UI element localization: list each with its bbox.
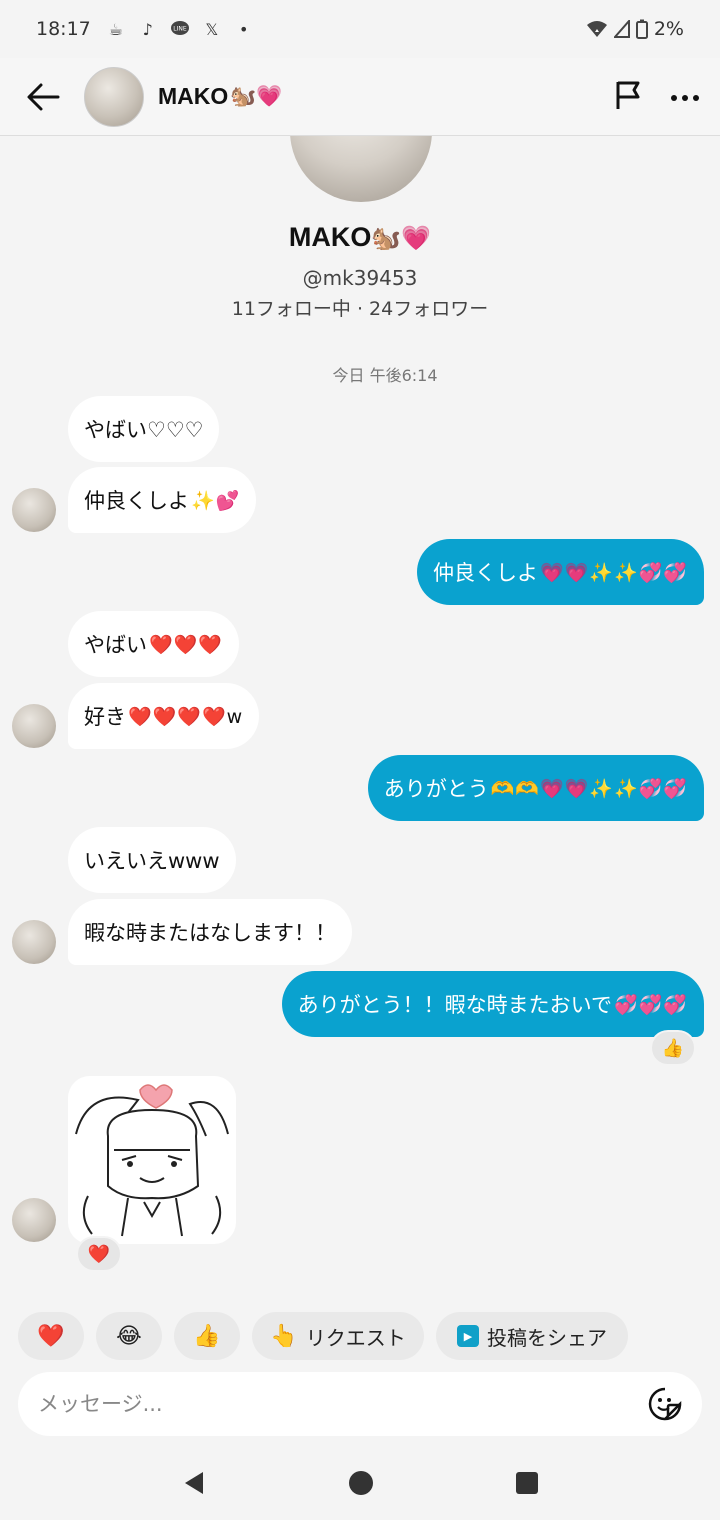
sender-avatar[interactable] <box>12 704 56 748</box>
svg-text:LINE: LINE <box>173 26 187 33</box>
message-text: やばい <box>84 633 147 657</box>
message-outgoing[interactable]: ありがとう 🫶🫶💗💗✨✨💞💞 <box>367 755 704 821</box>
message-emoji: ❤️❤️❤️ <box>149 633 223 656</box>
pointing-hand-icon: 👆 <box>270 1323 298 1349</box>
report-button[interactable] <box>612 79 644 115</box>
message-reaction[interactable]: 👍 <box>650 1030 696 1066</box>
message-text: やばい♡♡♡ <box>84 418 204 442</box>
quick-reply-request[interactable]: 👆 リクエスト <box>252 1312 424 1360</box>
sender-avatar[interactable] <box>12 920 56 964</box>
message-emoji: ❤️❤️❤️❤️w <box>128 705 244 728</box>
quick-reply-heart[interactable]: ❤️ <box>18 1312 84 1360</box>
sticker-button[interactable] <box>648 1387 682 1421</box>
profile-stats: 11フォロー中 · 24フォロワー <box>231 298 489 320</box>
heart-icon: ❤️ <box>37 1323 65 1349</box>
sticker-reaction[interactable]: ❤️ <box>76 1236 122 1272</box>
header-avatar[interactable] <box>84 66 144 127</box>
message-text: 仲良くしよ <box>433 561 539 585</box>
quick-reply-thumbs-up[interactable]: 👍 <box>174 1312 240 1360</box>
message-emoji: ✨💕 <box>191 489 241 512</box>
message-emoji: 💗💗✨✨💞💞 <box>540 561 688 584</box>
status-bar: 18:17 ☕ ♪ LINE 𝕏 • 2% <box>0 0 720 58</box>
status-right: 2% <box>586 18 684 40</box>
dot-icon: • <box>239 19 249 39</box>
sender-avatar[interactable] <box>12 1198 56 1242</box>
profile-name[interactable]: MAKO🐿️💗 <box>0 222 720 253</box>
message-text: ありがとう！！暇な時またおいで <box>297 993 613 1017</box>
message-text: ありがとう <box>383 777 489 801</box>
chat-header: MAKO 🐿️💗 <box>0 58 720 136</box>
message-emoji: 💞💞💞 <box>614 993 688 1016</box>
message-text: いえいえwww <box>84 849 220 873</box>
quick-reply-label: 投稿をシェア <box>487 1325 607 1350</box>
sticker-icon <box>648 1387 682 1421</box>
message-emoji: 🫶🫶💗💗✨✨💞💞 <box>490 777 688 800</box>
message-text: 仲良くしよ <box>84 489 189 513</box>
quick-reply-share-post[interactable]: ▶ 投稿をシェア <box>436 1312 628 1360</box>
sender-avatar[interactable] <box>12 488 56 532</box>
back-button[interactable] <box>20 74 66 120</box>
sticker-drawing <box>75 1084 229 1237</box>
message-incoming[interactable]: やばい ❤️❤️❤️ <box>68 611 239 677</box>
nav-recents-icon[interactable] <box>515 1471 539 1495</box>
arrow-left-icon <box>27 83 60 110</box>
header-name-text: MAKO <box>158 83 229 109</box>
status-time: 18:17 <box>36 18 91 40</box>
tiktok-icon: ♪ <box>142 19 153 39</box>
message-incoming[interactable]: やばい♡♡♡ <box>68 396 220 462</box>
message-outgoing[interactable]: 仲良くしよ 💗💗✨✨💞💞 <box>417 539 704 605</box>
profile-name-text: MAKO <box>288 222 372 252</box>
sticker-image[interactable] <box>68 1076 236 1244</box>
signal-icon <box>613 20 630 38</box>
more-icon <box>671 95 699 101</box>
more-button[interactable] <box>670 87 700 106</box>
quick-reply-laugh[interactable]: 😂 <box>96 1312 162 1360</box>
nav-home-icon[interactable] <box>347 1469 375 1497</box>
message-text: 好き <box>84 705 126 729</box>
message-input[interactable] <box>38 1392 648 1416</box>
thumbs-up-icon: 👍 <box>193 1323 221 1349</box>
profile-name-emoji: 🐿️💗 <box>371 225 432 252</box>
nav-back-icon[interactable] <box>181 1470 207 1496</box>
header-username[interactable]: MAKO 🐿️💗 <box>158 83 283 110</box>
system-nav-bar <box>0 1446 720 1520</box>
day-timestamp: 今日 午後6:14 <box>332 366 438 385</box>
wifi-icon <box>586 21 607 37</box>
quick-reply-label: リクエスト <box>305 1325 406 1350</box>
message-incoming[interactable]: 好き ❤️❤️❤️❤️w <box>68 683 260 749</box>
play-icon: ▶ <box>457 1325 479 1347</box>
header-name-emoji: 🐿️💗 <box>230 84 283 108</box>
message-incoming[interactable]: 仲良くしよ ✨💕 <box>68 467 257 533</box>
battery-icon <box>635 19 648 39</box>
profile-handle: @mk39453 <box>302 266 418 290</box>
line-icon: LINE <box>169 18 191 40</box>
message-text: 暇な時またはなします！！ <box>84 921 336 945</box>
message-incoming[interactable]: いえいえwww <box>68 827 236 893</box>
message-composer <box>18 1372 702 1436</box>
message-outgoing[interactable]: ありがとう！！暇な時またおいで 💞💞💞 <box>281 971 704 1037</box>
x-icon: 𝕏 <box>205 19 219 39</box>
battery-level: 2% <box>653 18 684 40</box>
message-incoming[interactable]: 暇な時またはなします！！ <box>68 899 352 965</box>
laugh-icon: 😂 <box>116 1323 142 1349</box>
flag-icon <box>616 81 640 109</box>
coffee-icon: ☕ <box>108 19 123 39</box>
